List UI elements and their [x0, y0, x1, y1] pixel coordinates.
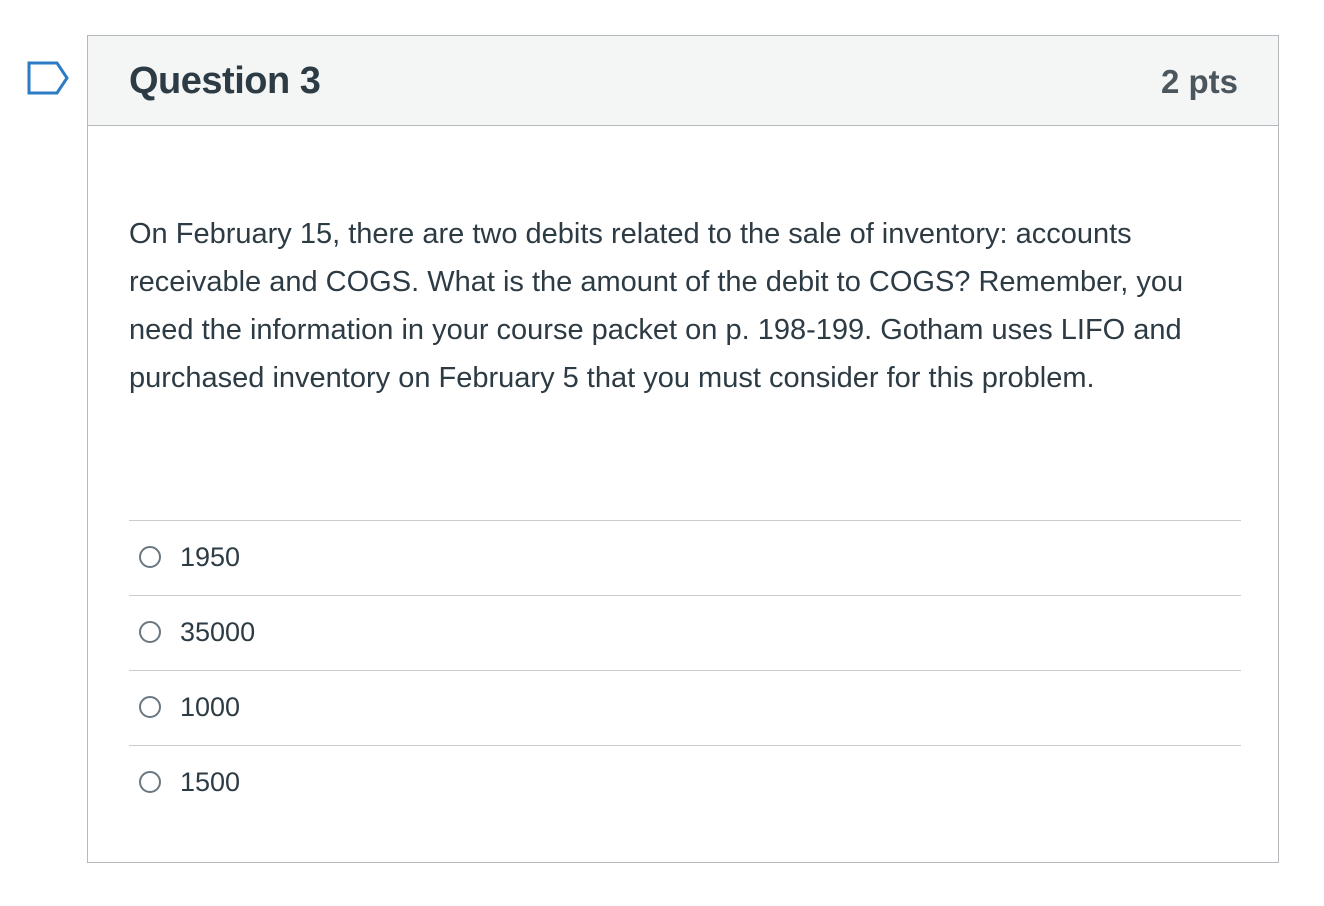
radio-button[interactable]: [139, 621, 161, 643]
answer-option[interactable]: 1000: [129, 670, 1241, 745]
answer-option[interactable]: 1500: [129, 745, 1241, 820]
question-card: Question 3 2 pts On February 15, there a…: [87, 35, 1279, 863]
answer-label: 1000: [180, 692, 241, 722]
answer-option[interactable]: 35000: [129, 595, 1241, 670]
question-text: On February 15, there are two debits rel…: [129, 218, 1184, 394]
radio-button[interactable]: [139, 771, 161, 793]
answer-label: 1500: [180, 767, 241, 797]
answer-list: 1950 35000 1000 1500: [129, 520, 1241, 820]
answer-option[interactable]: 1950: [129, 520, 1241, 595]
flag-question-icon[interactable]: [27, 61, 71, 95]
question-header: Question 3 2 pts: [88, 36, 1278, 126]
answer-label: 1950: [180, 542, 241, 572]
radio-button[interactable]: [139, 696, 161, 718]
question-points: 2 pts: [1160, 63, 1238, 100]
question-title: Question 3: [129, 60, 321, 102]
answer-label: 35000: [180, 617, 256, 647]
radio-button[interactable]: [139, 546, 161, 568]
